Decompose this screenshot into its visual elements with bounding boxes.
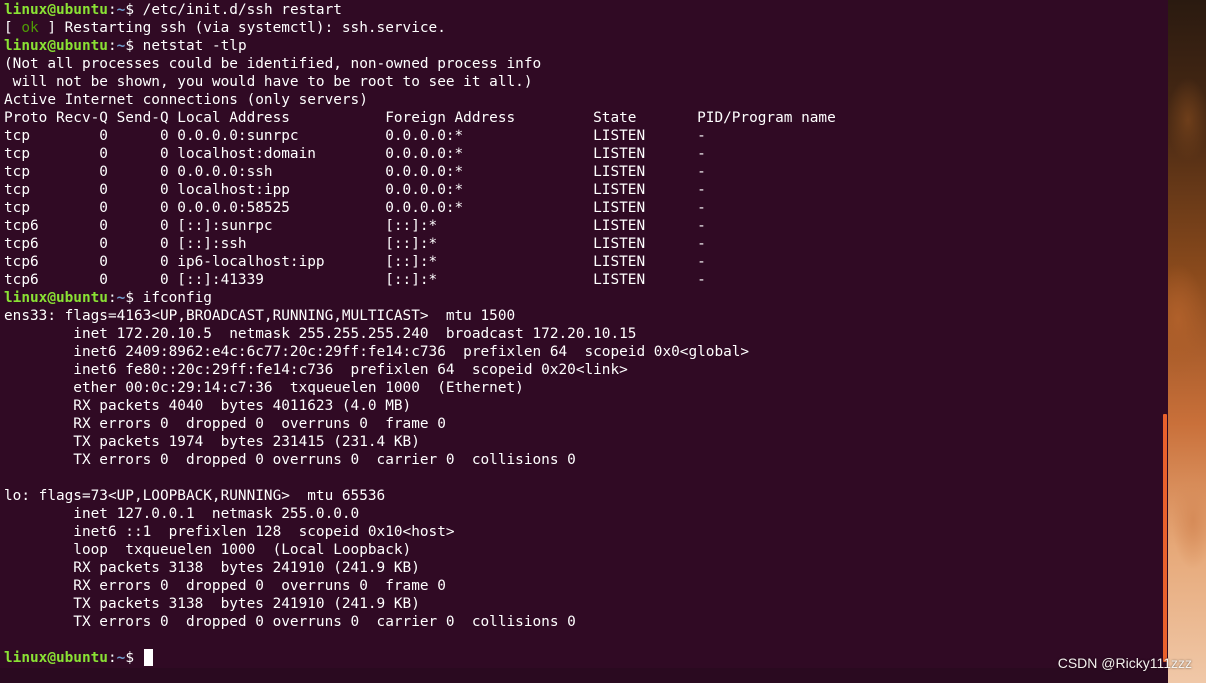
netstat-row: tcp 0 0 0.0.0.0:58525 0.0.0.0:* LISTEN - [4,200,706,216]
ifconfig-line: RX errors 0 dropped 0 overruns 0 frame 0 [4,416,446,432]
ifconfig-line: inet6 fe80::20c:29ff:fe14:c736 prefixlen… [4,362,628,378]
ifconfig-line: ens33: flags=4163<UP,BROADCAST,RUNNING,M… [4,308,516,324]
terminal-scrollbar[interactable] [1163,414,1167,662]
ifconfig-line: loop txqueuelen 1000 (Local Loopback) [4,542,412,558]
prompt-user: linux@ubuntu [4,650,108,666]
ifconfig-line: ether 00:0c:29:14:c7:36 txqueuelen 1000 … [4,380,524,396]
prompt-line: linux@ubuntu:~$ /etc/init.d/ssh restart [4,2,342,18]
output-line: (Not all processes could be identified, … [4,56,542,72]
ifconfig-line: RX packets 4040 bytes 4011623 (4.0 MB) [4,398,412,414]
window-bottom-edge [0,668,1168,683]
ok-status: ok [21,20,39,36]
netstat-row: tcp 0 0 0.0.0.0:sunrpc 0.0.0.0:* LISTEN … [4,128,706,144]
prompt-line-active[interactable]: linux@ubuntu:~$ [4,649,836,667]
prompt-user: linux@ubuntu [4,38,108,54]
text-cursor [143,649,153,666]
prompt-line: linux@ubuntu:~$ ifconfig [4,290,212,306]
netstat-row: tcp6 0 0 ip6-localhost:ipp [::]:* LISTEN… [4,254,706,270]
prompt-path: ~ [116,38,126,54]
command-text: netstat -tlp [142,38,247,54]
ifconfig-line: RX packets 3138 bytes 241910 (241.9 KB) [4,560,420,576]
ifconfig-line: inet 172.20.10.5 netmask 255.255.255.240… [4,326,637,342]
csdn-watermark: CSDN @Ricky111zzz [1057,655,1192,671]
netstat-row: tcp 0 0 localhost:domain 0.0.0.0:* LISTE… [4,146,706,162]
output-line: Active Internet connections (only server… [4,92,368,108]
command-text: /etc/init.d/ssh restart [142,2,342,18]
prompt-path: ~ [116,650,126,666]
ifconfig-line: TX errors 0 dropped 0 overruns 0 carrier… [4,452,576,468]
output-line: [ ok ] Restarting ssh (via systemctl): s… [4,20,446,36]
ifconfig-line: lo: flags=73<UP,LOOPBACK,RUNNING> mtu 65… [4,488,386,504]
terminal-output: linux@ubuntu:~$ /etc/init.d/ssh restart … [4,1,836,667]
netstat-header: Proto Recv-Q Send-Q Local Address Foreig… [4,110,836,126]
prompt-path: ~ [116,2,126,18]
netstat-row: tcp6 0 0 [::]:ssh [::]:* LISTEN - [4,236,706,252]
prompt-user: linux@ubuntu [4,2,108,18]
desktop-wallpaper [1168,0,1206,683]
command-text: ifconfig [142,290,212,306]
ifconfig-line: RX errors 0 dropped 0 overruns 0 frame 0 [4,578,446,594]
ifconfig-line: inet 127.0.0.1 netmask 255.0.0.0 [4,506,360,522]
terminal-window[interactable]: linux@ubuntu:~$ /etc/init.d/ssh restart … [0,0,1168,668]
netstat-row: tcp 0 0 localhost:ipp 0.0.0.0:* LISTEN - [4,182,706,198]
prompt-symbol: $ [125,650,134,666]
prompt-symbol: $ [125,38,134,54]
prompt-user: linux@ubuntu [4,290,108,306]
prompt-path: ~ [116,290,126,306]
netstat-row: tcp6 0 0 [::]:41339 [::]:* LISTEN - [4,272,706,288]
prompt-symbol: $ [125,2,134,18]
ifconfig-line: inet6 ::1 prefixlen 128 scopeid 0x10<hos… [4,524,455,540]
netstat-row: tcp6 0 0 [::]:sunrpc [::]:* LISTEN - [4,218,706,234]
output-line: will not be shown, you would have to be … [4,74,533,90]
prompt-symbol: $ [125,290,134,306]
prompt-line: linux@ubuntu:~$ netstat -tlp [4,38,247,54]
ifconfig-line: TX errors 0 dropped 0 overruns 0 carrier… [4,614,576,630]
ifconfig-line: TX packets 3138 bytes 241910 (241.9 KB) [4,596,420,612]
ifconfig-line: TX packets 1974 bytes 231415 (231.4 KB) [4,434,420,450]
netstat-row: tcp 0 0 0.0.0.0:ssh 0.0.0.0:* LISTEN - [4,164,706,180]
ifconfig-line: inet6 2409:8962:e4c:6c77:20c:29ff:fe14:c… [4,344,750,360]
